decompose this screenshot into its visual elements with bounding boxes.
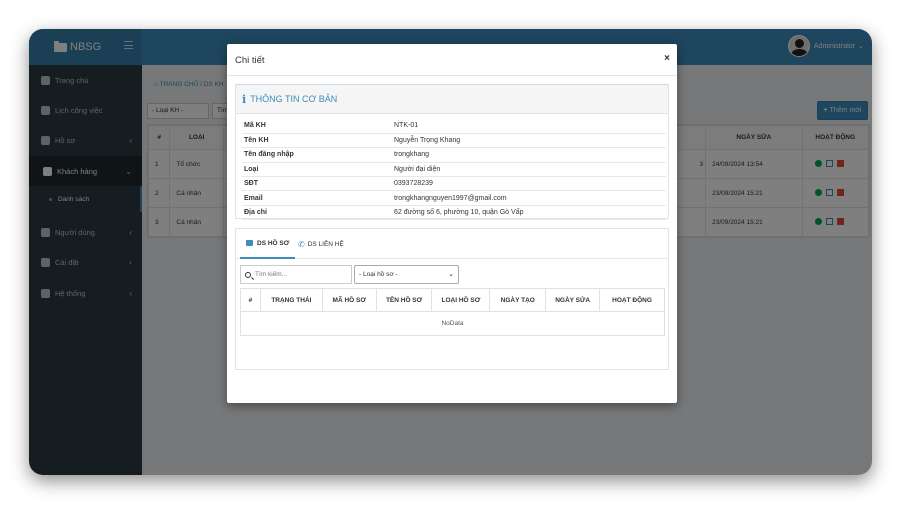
info-row: Tên đăng nhập trongkhang (242, 147, 666, 163)
info-row: Tên KH Nguyễn Trọng Khang (242, 133, 666, 149)
empty-state: NoData (240, 311, 665, 336)
info-row: Loại Người đại diện (242, 162, 666, 178)
detail-modal: Chi tiết × i THÔNG TIN CƠ BẢN Mã KH NTK-0… (227, 44, 677, 403)
info-key: Email (242, 190, 392, 206)
column-header[interactable]: # (240, 288, 261, 312)
info-key: Mã KH (242, 119, 392, 134)
table-header-row: # TRẠNG THÁI MÃ HỒ SƠ TÊN HỒ SƠ LOẠI HỒ … (240, 288, 665, 312)
phone-icon: ✆ (298, 239, 305, 249)
search-placeholder: Tìm kiếm... (255, 271, 288, 278)
info-value: trongkhangnguyen1997@gmail.com (392, 190, 666, 206)
info-value: 0393728239 (392, 176, 666, 192)
column-header[interactable]: TRẠNG THÁI (259, 288, 323, 312)
info-key: Tên đăng nhập (242, 147, 392, 163)
select-value: - Loại hồ sơ - (359, 271, 398, 278)
basic-info-box: i THÔNG TIN CƠ BẢN Mã KH NTK-01 Tên KH Ngu… (235, 84, 669, 221)
info-value: 62 đường số 6, phường 10, quận Gò Vấp (392, 205, 666, 221)
info-row: Mã KH NTK-01 (242, 119, 666, 134)
info-key: Tên KH (242, 133, 392, 149)
search-icon (245, 271, 251, 278)
column-header[interactable]: NGÀY SỬA (545, 288, 601, 312)
folder-icon (246, 240, 253, 246)
info-value: Nguyễn Trọng Khang (392, 133, 666, 149)
info-key: Địa chỉ (242, 205, 392, 221)
records-table: # TRẠNG THÁI MÃ HỒ SƠ TÊN HỒ SƠ LOẠI HỒ … (240, 288, 665, 336)
modal-header: Chi tiết × (227, 44, 677, 76)
search-input[interactable]: Tìm kiếm... (240, 265, 352, 284)
basic-info-header: i THÔNG TIN CƠ BẢN (236, 85, 668, 114)
info-row: Email trongkhangnguyen1997@gmail.com (242, 190, 666, 206)
tab-records[interactable]: DS HỒ SƠ (240, 229, 296, 259)
tab-label: DS LIÊN HỆ (307, 240, 344, 248)
tab-label: DS HỒ SƠ (257, 239, 290, 247)
column-header[interactable]: LOẠI HỒ SƠ (431, 288, 491, 312)
chevron-down-icon: ⌄ (448, 271, 454, 278)
info-icon: i (242, 92, 247, 106)
column-header[interactable]: MÃ HỒ SƠ (321, 288, 377, 312)
close-button[interactable]: × (664, 53, 670, 64)
info-value: NTK-01 (392, 119, 666, 134)
column-header: HOẠT ĐỘNG (599, 288, 665, 312)
info-row: Địa chỉ 62 đường số 6, phường 10, quận Gò… (242, 205, 666, 221)
table-row: NoData (240, 311, 665, 336)
info-row: SĐT 0393728239 (242, 176, 666, 192)
info-key: SĐT (242, 176, 392, 192)
column-header[interactable]: NGÀY TẠO (489, 288, 547, 312)
app-window: NBSG Administrator ⌄ Trang chủ Lịch công… (29, 29, 872, 475)
column-header[interactable]: TÊN HỒ SƠ (375, 288, 433, 312)
info-table: Mã KH NTK-01 Tên KH Nguyễn Trọng Khang Tên… (242, 119, 666, 221)
section-title: THÔNG TIN CƠ BẢN (250, 94, 338, 104)
record-type-select[interactable]: - Loại hồ sơ - ⌄ (354, 265, 459, 284)
modal-title: Chi tiết (235, 55, 265, 66)
tab-contacts[interactable]: ✆ DS LIÊN HỆ (292, 229, 350, 259)
tab-bar: DS HỒ SƠ ✆ DS LIÊN HỆ (236, 229, 668, 259)
info-value: trongkhang (392, 147, 666, 163)
related-box: DS HỒ SƠ ✆ DS LIÊN HỆ Tìm kiếm... - Loại… (235, 228, 669, 370)
info-key: Loại (242, 162, 392, 178)
info-value: Người đại diện (392, 162, 666, 178)
